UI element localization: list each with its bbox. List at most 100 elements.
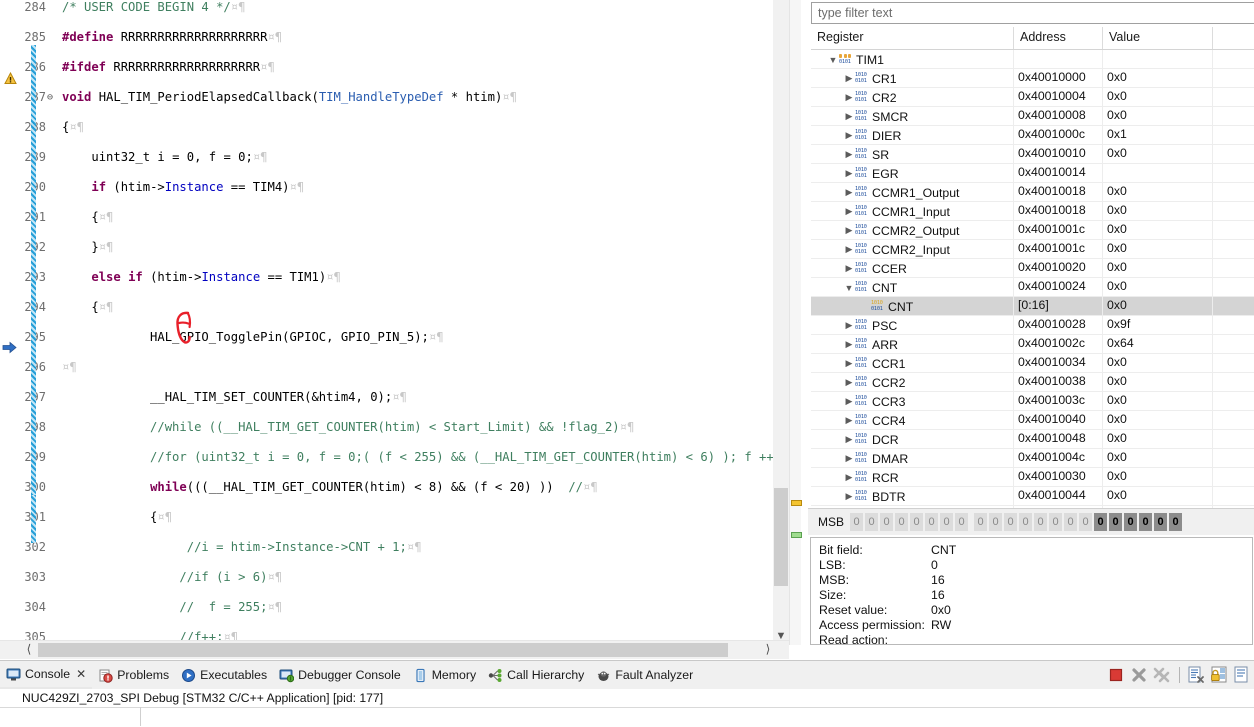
register-value-cell[interactable]: 0x0 [1103, 449, 1213, 467]
code-line[interactable]: 302 //i = htim->Instance->CNT + 1;¤¶ [0, 540, 773, 555]
bit-cell[interactable]: 0 [1124, 513, 1138, 531]
bit-cell[interactable]: 0 [1139, 513, 1153, 531]
editor-hscroll-thumb[interactable] [38, 643, 728, 657]
code-line[interactable]: 291 {¤¶ [0, 210, 773, 225]
bit-cell[interactable]: 0 [1049, 513, 1063, 531]
fold-toggle-icon[interactable]: ⊖ [47, 90, 57, 105]
register-value-cell[interactable]: 0x0 [1103, 278, 1213, 296]
chevron-right-icon[interactable]: ▶ [843, 149, 855, 160]
bottom-tab-bar[interactable]: Console ✕ Problems Executables Debugger Cons… [0, 661, 1254, 689]
chevron-right-icon[interactable]: ▶ [843, 187, 855, 198]
source-code[interactable]: 284 /* USER CODE BEGIN 4 */¤¶ 285 #define R… [0, 0, 773, 645]
chevron-right-icon[interactable]: ▶ [843, 168, 855, 179]
register-name-cell[interactable]: ▶ 1010 0101 CR1 [811, 69, 1014, 87]
register-name-cell[interactable]: ▶ 1010 0101 CR2 [811, 88, 1014, 106]
code-line[interactable]: 303 //if (i > 6)¤¶ [0, 570, 773, 585]
code-line[interactable]: 288 {¤¶ [0, 120, 773, 135]
register-name-cell[interactable]: ▶ 1010 0101 RCR [811, 468, 1014, 486]
table-row[interactable]: ▶ 1010 0101 ARR 0x4001002c 0x64 [811, 335, 1254, 354]
chevron-right-icon[interactable]: ▶ [843, 358, 855, 369]
register-name-cell[interactable]: ▶ 1010 0101 DIER [811, 126, 1014, 144]
overview-change-marker[interactable] [791, 532, 802, 538]
code-line[interactable]: 301 {¤¶ [0, 510, 773, 525]
register-name-cell[interactable]: ▶ 1010 0101 CCMR1_Output [811, 183, 1014, 201]
bit-cell[interactable]: 0 [850, 513, 864, 531]
table-row[interactable]: ▶ 1010 0101 SMCR 0x40010008 0x0 [811, 107, 1254, 126]
register-name-cell[interactable]: ▶ 1010 0101 PSC [811, 316, 1014, 334]
code-line[interactable]: 304 // f = 255;¤¶ [0, 600, 773, 615]
register-name-cell[interactable]: ▶ 1010 0101 CCR2 [811, 373, 1014, 391]
tab-fault-analyzer[interactable]: Fault Analyzer [590, 662, 699, 688]
register-name-cell[interactable]: 1010 0101 CNT [811, 297, 1014, 315]
register-value-cell[interactable]: 0x0 [1103, 221, 1213, 239]
table-row[interactable]: ▶ 1010 0101 CCR2 0x40010038 0x0 [811, 373, 1254, 392]
code-line[interactable]: 294 {¤¶ [0, 300, 773, 315]
table-row[interactable]: ▶ 1010 0101 CCR4 0x40010040 0x0 [811, 411, 1254, 430]
register-value-cell[interactable] [1103, 50, 1213, 68]
register-name-cell[interactable]: ▶ 1010 0101 EGR [811, 164, 1014, 182]
register-value-cell[interactable]: 0x0 [1103, 487, 1213, 505]
register-name-cell[interactable]: ▶ 1010 0101 CCMR2_Output [811, 221, 1014, 239]
register-value-cell[interactable]: 0x0 [1103, 88, 1213, 106]
bit-cell[interactable]: 0 [1169, 513, 1183, 531]
chevron-right-icon[interactable]: ▶ [843, 339, 855, 350]
register-name-cell[interactable]: ▶ 1010 0101 ARR [811, 335, 1014, 353]
bit-cell[interactable]: 0 [1094, 513, 1108, 531]
code-editor[interactable]: 284 /* USER CODE BEGIN 4 */¤¶ 285 #define R… [0, 0, 802, 660]
table-row[interactable]: ▶ 1010 0101 CR2 0x40010004 0x0 [811, 88, 1254, 107]
table-row[interactable]: ▶ 1010 0101 CCMR1_Output 0x40010018 0x0 [811, 183, 1254, 202]
scroll-right-arrow-icon[interactable]: ⟩ [759, 641, 777, 659]
register-value-cell[interactable]: 0x0 [1103, 69, 1213, 87]
bit-cell[interactable]: 0 [1019, 513, 1033, 531]
editor-vscroll-thumb[interactable] [774, 488, 788, 586]
register-rows[interactable]: ▼ 0101 TIM1 ▶ 1010 0101 CR1 0x40010000 0x0 ▶ 1010 0… [811, 50, 1254, 525]
bit-cell[interactable]: 0 [1034, 513, 1048, 531]
register-value-cell[interactable]: 0x0 [1103, 259, 1213, 277]
tab-executables[interactable]: Executables [175, 662, 273, 688]
register-name-cell[interactable]: ▶ 1010 0101 CCMR2_Input [811, 240, 1014, 258]
console-toolbar[interactable] [1105, 663, 1254, 687]
register-value-cell[interactable]: 0x0 [1103, 145, 1213, 163]
remove-all-terminated-button[interactable] [1151, 664, 1173, 686]
register-value-cell[interactable]: 0x0 [1103, 240, 1213, 258]
chevron-right-icon[interactable]: ▶ [843, 92, 855, 103]
register-value-cell[interactable]: 0x0 [1103, 354, 1213, 372]
register-value-cell[interactable]: 0x0 [1103, 411, 1213, 429]
register-value-cell[interactable]: 0x0 [1103, 430, 1213, 448]
bit-cell[interactable]: 0 [895, 513, 909, 531]
code-line[interactable]: 285 #define RRRRRRRRRRRRRRRRRRRR¤¶ [0, 30, 773, 45]
bit-cell[interactable]: 0 [1064, 513, 1078, 531]
register-name-cell[interactable]: ▼ 1010 0101 CNT [811, 278, 1014, 296]
table-row[interactable]: ▶ 1010 0101 CCR1 0x40010034 0x0 [811, 354, 1254, 373]
chevron-right-icon[interactable]: ▶ [843, 206, 855, 217]
warning-marker-icon[interactable] [4, 72, 17, 85]
column-header-value[interactable]: Value [1103, 27, 1213, 49]
register-value-cell[interactable]: 0x0 [1103, 468, 1213, 486]
editor-vertical-scrollbar[interactable]: ▼ [773, 0, 789, 645]
register-name-cell[interactable]: ▶ 1010 0101 CCR3 [811, 392, 1014, 410]
pin-console-button[interactable] [1231, 664, 1253, 686]
chevron-right-icon[interactable]: ▶ [843, 453, 855, 464]
tab-problems[interactable]: Problems [92, 662, 175, 688]
chevron-right-icon[interactable]: ▶ [843, 320, 855, 331]
table-row[interactable]: ▶ 1010 0101 CCMR2_Output 0x4001001c 0x0 [811, 221, 1254, 240]
register-table[interactable]: Register Address Value ▼ 0101 TIM1 ▶ 1010 010… [811, 27, 1254, 525]
bit-cell[interactable]: 0 [910, 513, 924, 531]
overview-warning-marker[interactable] [791, 500, 802, 506]
bit-cell[interactable]: 0 [1109, 513, 1123, 531]
column-header-extra[interactable] [1213, 27, 1254, 49]
chevron-right-icon[interactable]: ▶ [843, 111, 855, 122]
register-value-cell[interactable]: 0x0 [1103, 202, 1213, 220]
register-name-cell[interactable]: ▶ 1010 0101 BDTR [811, 487, 1014, 505]
register-name-cell[interactable]: ▶ 1010 0101 CCR1 [811, 354, 1014, 372]
chevron-down-icon[interactable]: ▼ [843, 283, 855, 293]
code-line[interactable]: 292 }¤¶ [0, 240, 773, 255]
register-name-cell[interactable]: ▶ 1010 0101 CCR4 [811, 411, 1014, 429]
column-header-register[interactable]: Register [811, 27, 1014, 49]
code-line[interactable]: 287⊖ void HAL_TIM_PeriodElapsedCallback(T… [0, 90, 773, 105]
tab-console[interactable]: Console ✕ [0, 661, 93, 689]
register-value-cell[interactable]: 0x1 [1103, 126, 1213, 144]
table-row[interactable]: ▶ 1010 0101 DIER 0x4001000c 0x1 [811, 126, 1254, 145]
code-line[interactable]: 298 //while ((__HAL_TIM_GET_COUNTER(htim… [0, 420, 773, 435]
register-name-cell[interactable]: ▶ 1010 0101 CCMR1_Input [811, 202, 1014, 220]
